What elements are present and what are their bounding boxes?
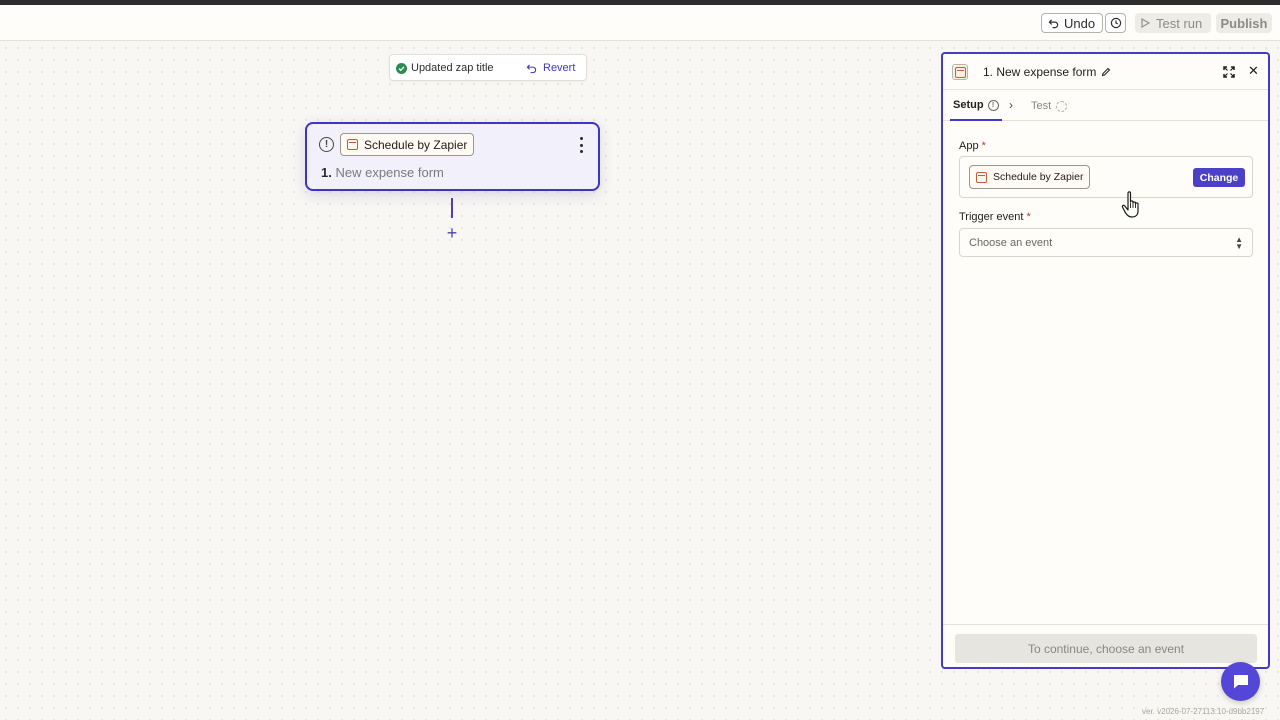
close-icon[interactable]: ✕	[1248, 63, 1259, 79]
test-run-label: Test run	[1156, 15, 1203, 31]
required-mark: *	[981, 140, 986, 152]
undo-button[interactable]: Undo	[1041, 13, 1103, 33]
panel-title-text: 1. New expense form	[983, 65, 1097, 79]
app-field-label: App *	[959, 140, 986, 152]
panel-footer: To continue, choose an event	[943, 624, 1268, 669]
plus-icon[interactable]: +	[444, 224, 460, 242]
app-selector[interactable]: Schedule by Zapier Change	[959, 156, 1253, 198]
trigger-event-field-label: Trigger event *	[959, 211, 1031, 223]
selected-app-label: Schedule by Zapier	[993, 171, 1084, 183]
panel-tabs: Setup ! › Test	[943, 91, 1268, 121]
panel-header: 1. New expense form ✕	[943, 54, 1268, 90]
undo-icon	[1048, 18, 1059, 28]
trigger-event-label-text: Trigger event	[959, 211, 1024, 223]
tab-test[interactable]: Test	[1031, 91, 1068, 121]
tab-test-label: Test	[1031, 100, 1052, 112]
required-mark: *	[1026, 211, 1031, 223]
panel-title[interactable]: 1. New expense form	[983, 65, 1111, 79]
app-chip-label: Schedule by Zapier	[364, 137, 468, 152]
revert-label: Revert	[543, 62, 576, 74]
publish-button[interactable]: Publish	[1216, 13, 1272, 33]
trigger-event-select[interactable]: Choose an event ▲ ▼	[959, 228, 1253, 257]
tab-setup[interactable]: Setup !	[950, 91, 1002, 121]
tab-setup-label: Setup	[953, 99, 984, 111]
select-arrows-icon: ▲ ▼	[1235, 235, 1243, 251]
step-name: New expense form	[335, 165, 444, 180]
history-icon	[1110, 17, 1121, 29]
trigger-step-card[interactable]: ! Schedule by Zapier 1. New expense form	[305, 122, 600, 191]
chat-icon	[1233, 675, 1248, 689]
revert-button[interactable]: Revert	[526, 62, 575, 74]
kebab-menu-icon[interactable]	[578, 137, 584, 153]
test-run-button[interactable]: Test run	[1135, 13, 1211, 33]
history-button[interactable]	[1105, 13, 1126, 33]
calendar-icon	[954, 66, 966, 78]
step-editor-panel: 1. New expense form ✕ Setup ! › Test App…	[941, 52, 1270, 669]
app-chip: Schedule by Zapier	[340, 133, 475, 156]
continue-button[interactable]: To continue, choose an event	[955, 634, 1257, 663]
calendar-icon	[976, 171, 987, 183]
change-app-button[interactable]: Change	[1193, 168, 1245, 187]
trigger-event-placeholder: Choose an event	[969, 236, 1053, 249]
play-icon	[1141, 18, 1150, 28]
panel-app-icon	[952, 64, 968, 80]
pointer-cursor-icon	[1121, 191, 1139, 218]
chevron-right-icon: ›	[1009, 98, 1013, 112]
calendar-icon	[347, 139, 358, 150]
check-circle-icon	[396, 63, 407, 74]
step-connector	[451, 198, 453, 218]
undo-label: Undo	[1064, 15, 1096, 31]
step-title: 1. New expense form	[321, 165, 444, 180]
chat-button[interactable]	[1221, 662, 1260, 701]
toast-message: Updated zap title	[411, 62, 494, 74]
info-icon: !	[987, 99, 999, 111]
selected-app-chip: Schedule by Zapier	[969, 165, 1091, 189]
expand-icon[interactable]	[1223, 66, 1235, 78]
version-label: ver. v2026-07-27113:10-d9bb2197	[1142, 707, 1265, 716]
revert-icon	[526, 63, 537, 73]
app-label-text: App	[959, 140, 979, 152]
pencil-icon[interactable]	[1101, 67, 1111, 77]
toast-notification: Updated zap title Revert	[389, 54, 587, 81]
top-toolbar: Undo Test run Publish	[0, 5, 1280, 41]
pending-icon	[1056, 100, 1068, 112]
step-number: 1.	[321, 165, 332, 180]
warning-icon: !	[319, 137, 334, 152]
